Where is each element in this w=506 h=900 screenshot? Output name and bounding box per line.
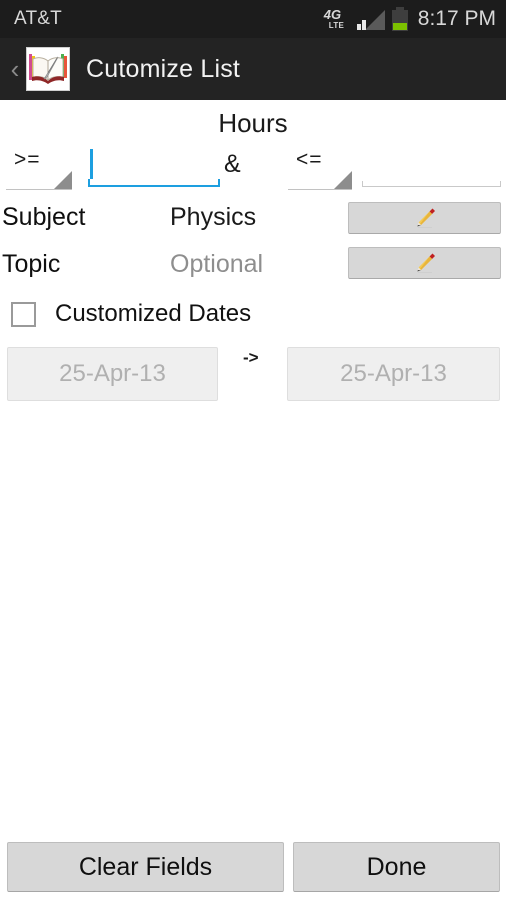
signal-bar-1 (356, 24, 361, 30)
hours-section-title: Hours (218, 108, 288, 138)
conjunction-label: & (224, 150, 241, 178)
pencil-svg (417, 208, 435, 228)
carrier-label: AT&T (14, 8, 62, 29)
customized-dates-label: Customized Dates (55, 300, 252, 327)
customized-dates-checkbox-row[interactable]: Customized Dates (11, 300, 251, 328)
clock-label: 8:17 PM (417, 7, 496, 30)
date-from-button[interactable]: 25-Apr-13 (7, 347, 218, 401)
status-icons: 4G LTE 8:17 PM (324, 7, 496, 31)
input-underline (88, 185, 220, 187)
date-range-separator: -> (243, 348, 259, 367)
pencil-svg (417, 253, 435, 273)
network-type-main: 4G (323, 7, 342, 22)
footer-bar: Clear Fields Done (0, 834, 506, 900)
text-cursor (90, 149, 93, 179)
topic-value: Optional (170, 250, 264, 278)
max-operator-spinner[interactable]: <= (288, 146, 352, 190)
network-type-sub: LTE (328, 21, 345, 30)
input-tick-right (218, 179, 220, 187)
spinner-underline (6, 189, 72, 190)
topic-edit-button[interactable] (348, 247, 501, 279)
book-and-quill-svg (27, 48, 69, 90)
min-operator-spinner[interactable]: >= (6, 146, 72, 190)
pencil-icon (412, 250, 438, 276)
signal-bar-2 (361, 20, 366, 30)
subject-edit-button[interactable] (348, 202, 501, 234)
subject-value: Physics (170, 203, 257, 231)
date-to-button[interactable]: 25-Apr-13 (287, 347, 500, 401)
action-bar: ‹ Cutomize List (0, 38, 506, 100)
book-and-quill-icon[interactable] (26, 47, 70, 91)
customized-dates-checkbox[interactable] (11, 301, 36, 327)
clear-fields-button[interactable]: Clear Fields (7, 842, 284, 892)
topic-label: Topic (2, 250, 61, 278)
max-operator-label: <= (296, 148, 323, 171)
max-hours-input[interactable] (362, 145, 501, 187)
battery-fill (392, 23, 407, 30)
min-hours-input[interactable] (88, 145, 220, 187)
status-bar: AT&T 4G LTE 8:17 PM (0, 0, 506, 38)
pencil-icon (412, 205, 438, 231)
battery-icon (391, 7, 408, 31)
network-4g-lte-icon: 4G LTE (324, 7, 350, 31)
chevron-down-icon (334, 171, 352, 189)
input-tick-right (500, 181, 501, 187)
chevron-down-icon (54, 171, 72, 189)
signal-triangle (364, 10, 385, 30)
done-button[interactable]: Done (293, 842, 500, 892)
min-operator-label: >= (14, 148, 41, 171)
input-underline (362, 186, 501, 187)
signal-strength-icon (356, 8, 385, 30)
spinner-underline (288, 189, 352, 190)
form-content: Hours >= & <= Subject Physics Topic Opti… (0, 100, 506, 900)
back-chevron-icon[interactable]: ‹ (4, 38, 26, 100)
subject-label: Subject (2, 203, 86, 231)
page-title: Cutomize List (86, 54, 241, 83)
